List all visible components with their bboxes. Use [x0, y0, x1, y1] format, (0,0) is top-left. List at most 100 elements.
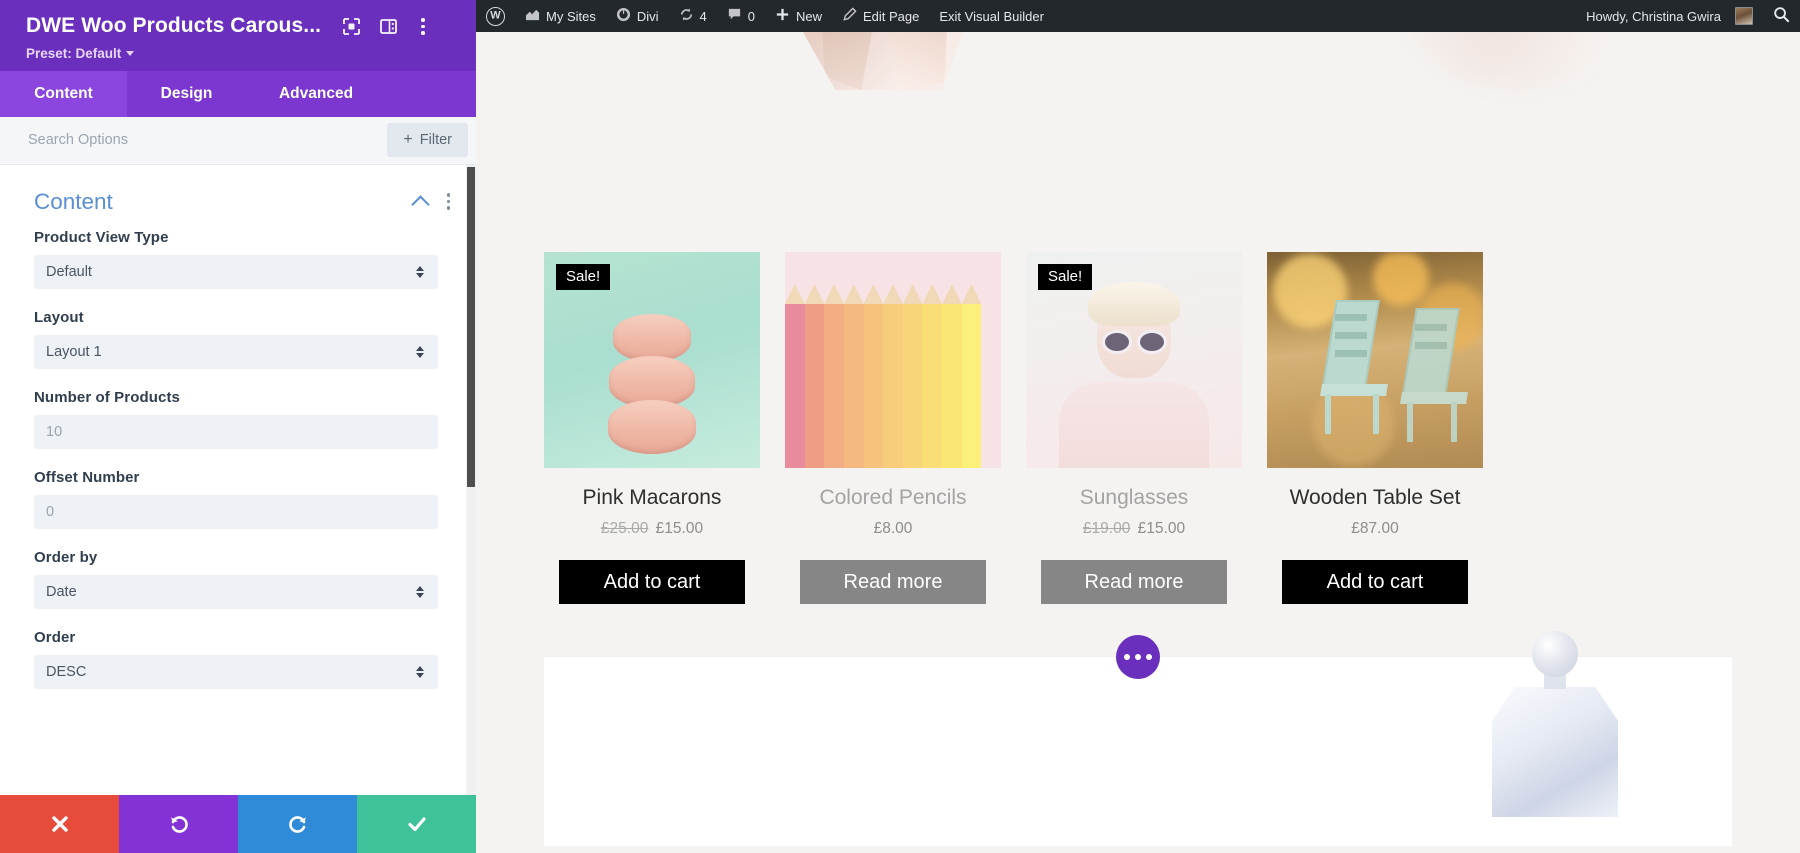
order-select[interactable]: DESC — [34, 654, 438, 689]
product-price: £25.00 £15.00 — [544, 520, 760, 538]
content-section-header: Content — [0, 165, 476, 229]
field-label: Number of Products — [34, 388, 180, 406]
panel-body: Content Product View Type Default Layout… — [0, 164, 476, 795]
panel-action-bar — [0, 795, 476, 853]
adminbar-label: 0 — [747, 8, 755, 24]
number-of-products-input[interactable]: 10 — [34, 414, 438, 449]
wooden-table-set-image[interactable] — [1267, 252, 1483, 468]
divi-icon — [616, 7, 631, 25]
adminbar-new[interactable]: New — [765, 0, 832, 32]
panel-scrollbar[interactable] — [466, 164, 476, 795]
read-more-button[interactable]: Read more — [1041, 560, 1227, 604]
panel-scrollbar-thumb[interactable] — [467, 166, 475, 487]
chevron-up-icon[interactable] — [410, 194, 430, 214]
field-layout: Layout Layout 1 — [0, 309, 476, 369]
redo-button[interactable] — [238, 795, 357, 853]
pencil — [804, 284, 825, 468]
field-value: Date — [46, 583, 77, 600]
product-title[interactable]: Wooden Table Set — [1267, 486, 1483, 510]
product-title[interactable]: Pink Macarons — [544, 486, 760, 510]
macaron-shape — [613, 314, 691, 362]
field-label: Layout — [34, 308, 84, 326]
read-more-button[interactable]: Read more — [800, 560, 986, 604]
layout-select[interactable]: Layout 1 — [34, 334, 438, 369]
product-card[interactable]: Sale! Sunglasses £19.00 £15.00 Read more — [1026, 252, 1242, 604]
pink-macarons-image[interactable]: Sale! — [544, 252, 760, 468]
avatar — [1735, 7, 1753, 25]
tab-design[interactable]: Design — [127, 71, 246, 117]
blurred-decor-image — [1400, 32, 1640, 92]
adminbar-edit-page[interactable]: Edit Page — [832, 0, 929, 32]
colored-pencils-image[interactable] — [785, 252, 1001, 468]
adminbar-exit-visual-builder[interactable]: Exit Visual Builder — [929, 0, 1054, 32]
search-input[interactable] — [28, 132, 388, 148]
adminbar-label: Edit Page — [863, 8, 920, 24]
adminbar-right: Howdy, Christina Gwira — [1576, 0, 1800, 32]
product-view-type-select[interactable]: Default — [34, 254, 438, 289]
crystal-decor-image — [786, 32, 976, 90]
layout-icon[interactable] — [380, 18, 397, 35]
pencil — [942, 284, 962, 468]
sale-badge: Sale! — [556, 264, 611, 290]
adminbar-divi[interactable]: Divi — [606, 0, 669, 32]
product-title[interactable]: Colored Pencils — [785, 486, 1001, 510]
adminbar-label: My Sites — [546, 8, 596, 24]
adminbar-label: 4 — [699, 8, 707, 24]
filter-button[interactable]: + Filter — [387, 123, 468, 157]
next-section-preview — [544, 631, 1732, 846]
chair-shape — [1395, 308, 1481, 442]
section-kebab-icon[interactable] — [443, 189, 455, 214]
macaron-shape — [608, 400, 696, 454]
pencil — [961, 284, 982, 468]
sites-icon — [525, 7, 540, 25]
wordpress-logo-icon — [486, 6, 505, 26]
adminbar-account[interactable]: Howdy, Christina Gwira — [1576, 0, 1763, 32]
add-section-button[interactable] — [1116, 635, 1160, 679]
pencils-shape — [785, 284, 1001, 468]
adminbar-wordpress-logo[interactable] — [476, 0, 515, 32]
offset-number-input[interactable]: 0 — [34, 494, 438, 529]
kebab-menu-icon[interactable] — [417, 14, 429, 39]
product-card[interactable]: Wooden Table Set £87.00 Add to cart — [1267, 252, 1483, 604]
page-canvas: Sale! Pink Macarons £25.00 £15.00 Add to… — [476, 32, 1800, 853]
adminbar-my-sites[interactable]: My Sites — [515, 0, 606, 32]
product-card[interactable]: Colored Pencils £8.00 Read more — [785, 252, 1001, 604]
field-label: Product View Type — [34, 228, 169, 246]
tab-advanced[interactable]: Advanced — [246, 71, 386, 117]
select-arrows-icon — [416, 345, 424, 358]
three-dots-icon — [1135, 654, 1141, 660]
section-title: Content — [34, 188, 113, 214]
preset-label: Preset: Default — [26, 45, 122, 61]
adminbar-label: Divi — [636, 8, 659, 24]
product-card[interactable]: Sale! Pink Macarons £25.00 £15.00 Add to… — [544, 252, 760, 604]
plus-icon — [775, 7, 790, 25]
plus-icon: + — [403, 131, 413, 148]
order-by-select[interactable]: Date — [34, 574, 438, 609]
save-button[interactable] — [357, 795, 476, 853]
add-to-cart-button[interactable]: Add to cart — [1282, 560, 1468, 604]
three-dots-icon — [1146, 654, 1152, 660]
sunglasses-image[interactable]: Sale! — [1026, 252, 1242, 468]
product-current-price: £8.00 — [873, 520, 913, 537]
target-icon[interactable] — [343, 17, 360, 35]
tab-content[interactable]: Content — [0, 70, 127, 117]
cancel-button[interactable] — [0, 795, 119, 853]
field-value: Default — [46, 263, 92, 280]
product-title[interactable]: Sunglasses — [1026, 486, 1242, 510]
updates-icon — [679, 7, 694, 25]
add-to-cart-button[interactable]: Add to cart — [559, 560, 745, 604]
field-number-of-products: Number of Products 10 — [0, 389, 476, 449]
adminbar-comments[interactable]: 0 — [717, 0, 765, 32]
product-old-price: £19.00 — [1082, 520, 1131, 537]
select-arrows-icon — [416, 585, 424, 598]
chevron-down-icon — [126, 50, 135, 56]
select-arrows-icon — [416, 265, 424, 278]
hero-image-partial — [476, 32, 1800, 252]
adminbar-updates[interactable]: 4 — [669, 0, 717, 32]
preset-selector[interactable]: Preset: Default — [26, 46, 456, 61]
adminbar-search-button[interactable] — [1763, 0, 1800, 32]
undo-button[interactable] — [119, 795, 238, 853]
field-product-view-type: Product View Type Default — [0, 229, 476, 289]
product-old-price: £25.00 — [600, 520, 649, 537]
undo-icon — [170, 816, 188, 833]
